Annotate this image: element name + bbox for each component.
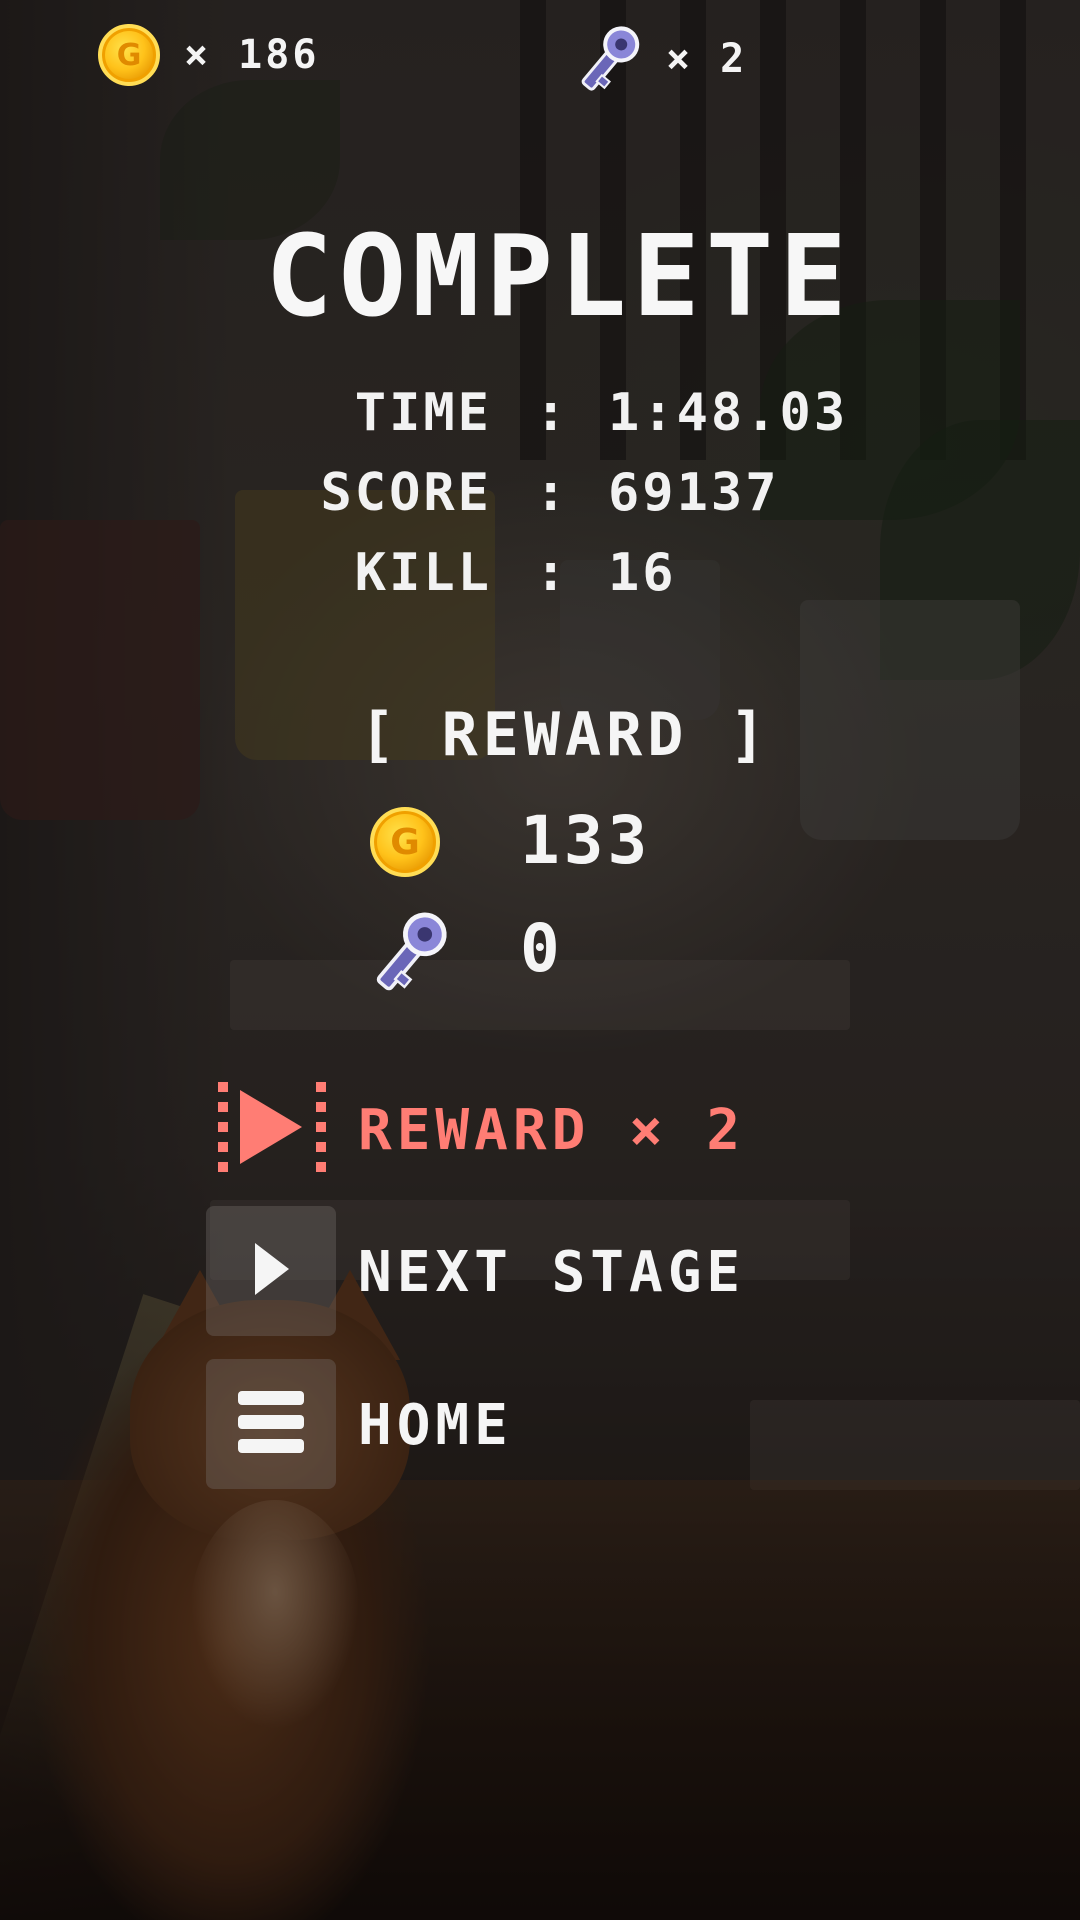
hud-key-count: × 2	[666, 36, 748, 82]
reward-key-amount: 0	[520, 910, 564, 987]
page-title: COMPLETE	[265, 212, 853, 342]
hud-key-counter: × 2	[576, 22, 747, 96]
next-stage-label: NEXT STAGE	[358, 1240, 746, 1305]
hud-coin-count: × 186	[184, 32, 320, 78]
reward-heading: [ REWARD ]	[359, 700, 771, 770]
reward-coin-amount: 133	[520, 802, 652, 879]
stat-label: TIME	[354, 383, 492, 443]
hud-coin-counter: G × 186	[98, 24, 319, 86]
key-icon	[370, 907, 450, 997]
menu-icon	[238, 1391, 304, 1457]
stat-value: 16	[608, 543, 677, 603]
stat-label: SCORE	[320, 463, 492, 523]
play-icon	[247, 1239, 295, 1303]
reward-x2-label: REWARD × 2	[358, 1098, 746, 1163]
stat-label: KILL	[354, 543, 492, 603]
skip-video-icon	[218, 1082, 328, 1172]
stat-row-kill: KILL : 16	[0, 543, 1080, 603]
stat-row-score: SCORE : 69137	[0, 463, 1080, 523]
key-icon	[576, 22, 642, 96]
reward-x2-button[interactable]: REWARD × 2	[206, 1082, 740, 1172]
next-stage-button[interactable]: NEXT STAGE	[206, 1206, 740, 1336]
stat-value: 1:48.03	[608, 383, 849, 443]
stat-value: 69137	[608, 463, 780, 523]
stat-colon: :	[535, 383, 570, 443]
coin-icon: G	[98, 24, 160, 86]
game-result-screen: G × 186 × 2 COMPLETE TIME : 1:48.03 SCOR…	[0, 0, 1080, 1920]
stat-colon: :	[535, 463, 570, 523]
home-label: HOME	[358, 1393, 513, 1458]
reward-key-row: 0	[370, 907, 560, 997]
home-button[interactable]: HOME	[206, 1359, 508, 1489]
reward-coin-row: G 133	[370, 802, 647, 879]
stat-row-time: TIME : 1:48.03	[0, 383, 1080, 443]
menu-icon-box	[206, 1359, 336, 1489]
coin-icon: G	[370, 807, 440, 877]
play-icon-box	[206, 1206, 336, 1336]
stat-colon: :	[535, 543, 570, 603]
